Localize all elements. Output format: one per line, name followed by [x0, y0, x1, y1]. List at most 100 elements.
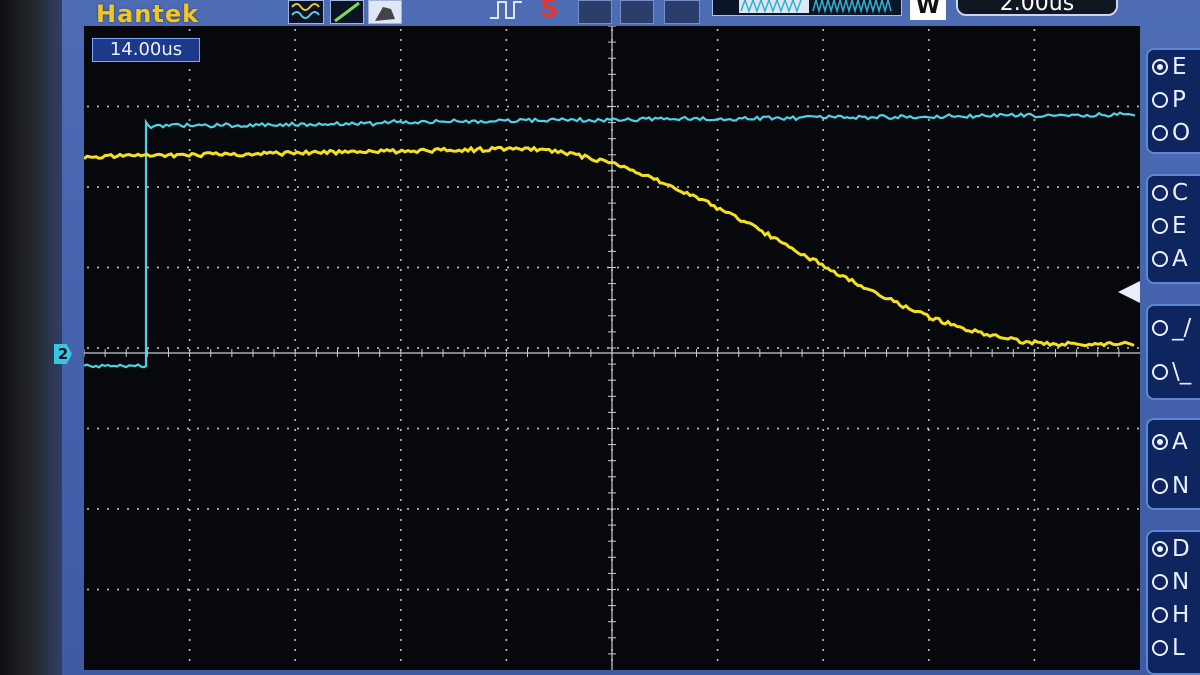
grid-dot — [189, 569, 191, 571]
grid-dot — [294, 329, 296, 331]
grid-dot — [207, 589, 209, 591]
grid-dot — [417, 508, 419, 510]
grid-dot — [294, 379, 296, 381]
grid-dot — [1033, 209, 1035, 211]
waveform-icon[interactable] — [288, 0, 324, 24]
grid-dot — [400, 469, 402, 471]
trigger-position-readout[interactable]: 14.00us — [92, 38, 200, 62]
grid-dot — [87, 508, 89, 510]
menu-item[interactable]: A — [1148, 420, 1200, 464]
grid-dot — [747, 267, 749, 269]
menu-item[interactable]: A — [1148, 242, 1200, 275]
menu-item[interactable]: _/ — [1148, 306, 1200, 350]
grid-dot — [505, 619, 507, 621]
timebase-readout[interactable]: 2.00us — [956, 0, 1118, 16]
grid-dot — [1007, 347, 1009, 349]
grid-dot — [1033, 469, 1035, 471]
grid-dot — [957, 508, 959, 510]
grid-dot — [117, 186, 119, 188]
grid-dot — [294, 59, 296, 61]
grid-dot — [807, 267, 809, 269]
grid-dot — [1037, 589, 1039, 591]
grid-dot — [1087, 267, 1089, 269]
grid-dot — [637, 106, 639, 108]
grid-dot — [928, 659, 930, 661]
grid-dot — [287, 106, 289, 108]
grid-dot — [1077, 589, 1079, 591]
grid-dot — [597, 508, 599, 510]
grid-dot — [217, 428, 219, 430]
grid-dot — [897, 589, 899, 591]
menu-item[interactable]: L — [1148, 631, 1200, 664]
grid-dot — [287, 589, 289, 591]
grid-dot — [505, 209, 507, 211]
grid-dot — [947, 347, 949, 349]
menu-item[interactable]: H — [1148, 598, 1200, 631]
grid-dot — [637, 508, 639, 510]
grid-dot — [717, 149, 719, 151]
grid-dot — [400, 419, 402, 421]
menu-item[interactable]: \_ — [1148, 350, 1200, 394]
waveform-display[interactable] — [84, 26, 1140, 670]
trigger-level-marker[interactable] — [1118, 281, 1140, 303]
grid-dot — [822, 569, 824, 571]
grid-dot — [717, 508, 719, 510]
grid-dot — [505, 239, 507, 241]
menu-item[interactable]: E — [1148, 50, 1200, 83]
grid-dot — [294, 299, 296, 301]
grid-dot — [527, 428, 529, 430]
grid-dot — [657, 347, 659, 349]
grid-dot — [777, 589, 779, 591]
ref-icon[interactable] — [664, 0, 700, 24]
grid-dot — [557, 508, 559, 510]
menu-item[interactable]: P — [1148, 83, 1200, 116]
grid-dot — [717, 619, 719, 621]
probe-icon[interactable] — [368, 0, 402, 24]
grid-dot — [189, 599, 191, 601]
menu-item[interactable]: O — [1148, 116, 1200, 149]
menu-item[interactable]: N — [1148, 565, 1200, 598]
acquire-mode-badge[interactable]: W — [910, 0, 946, 20]
grid-dot — [928, 449, 930, 451]
grid-dot — [227, 106, 229, 108]
grid-dot — [822, 89, 824, 91]
grid-dot — [928, 439, 930, 441]
grid-dot — [1127, 106, 1129, 108]
grid-dot — [1137, 589, 1139, 591]
grid-dot — [227, 508, 229, 510]
math-icon[interactable] — [620, 0, 654, 24]
menu-item[interactable]: N — [1148, 464, 1200, 508]
grid-dot — [189, 609, 191, 611]
grid-dot — [337, 106, 339, 108]
grid-dot — [577, 347, 579, 349]
grid-dot — [687, 508, 689, 510]
menu-item[interactable]: D — [1148, 532, 1200, 565]
trigger-slope-icon[interactable] — [330, 0, 364, 24]
grid-dot — [747, 589, 749, 591]
menu-item[interactable]: E — [1148, 209, 1200, 242]
grid-dot — [928, 79, 930, 81]
grid-dot — [587, 508, 589, 510]
grid-dot — [967, 428, 969, 430]
menu-item[interactable]: C — [1148, 176, 1200, 209]
grid-dot — [197, 589, 199, 591]
grid-dot — [97, 589, 99, 591]
grid-dot — [267, 267, 269, 269]
grid-dot — [427, 267, 429, 269]
grid-dot — [1033, 529, 1035, 531]
channel-config-icon[interactable] — [578, 0, 612, 24]
grid-dot — [387, 347, 389, 349]
grid-dot — [107, 589, 109, 591]
grid-dot — [1027, 106, 1029, 108]
grid-dot — [1007, 267, 1009, 269]
grid-dot — [567, 428, 569, 430]
grid-dot — [97, 508, 99, 510]
memory-bar-icon[interactable] — [712, 0, 902, 16]
grid-dot — [717, 409, 719, 411]
grid-dot — [697, 428, 699, 430]
grid-dot — [928, 299, 930, 301]
grid-dot — [437, 347, 439, 349]
grid-dot — [400, 459, 402, 461]
grid-dot — [400, 209, 402, 211]
grid-dot — [822, 599, 824, 601]
